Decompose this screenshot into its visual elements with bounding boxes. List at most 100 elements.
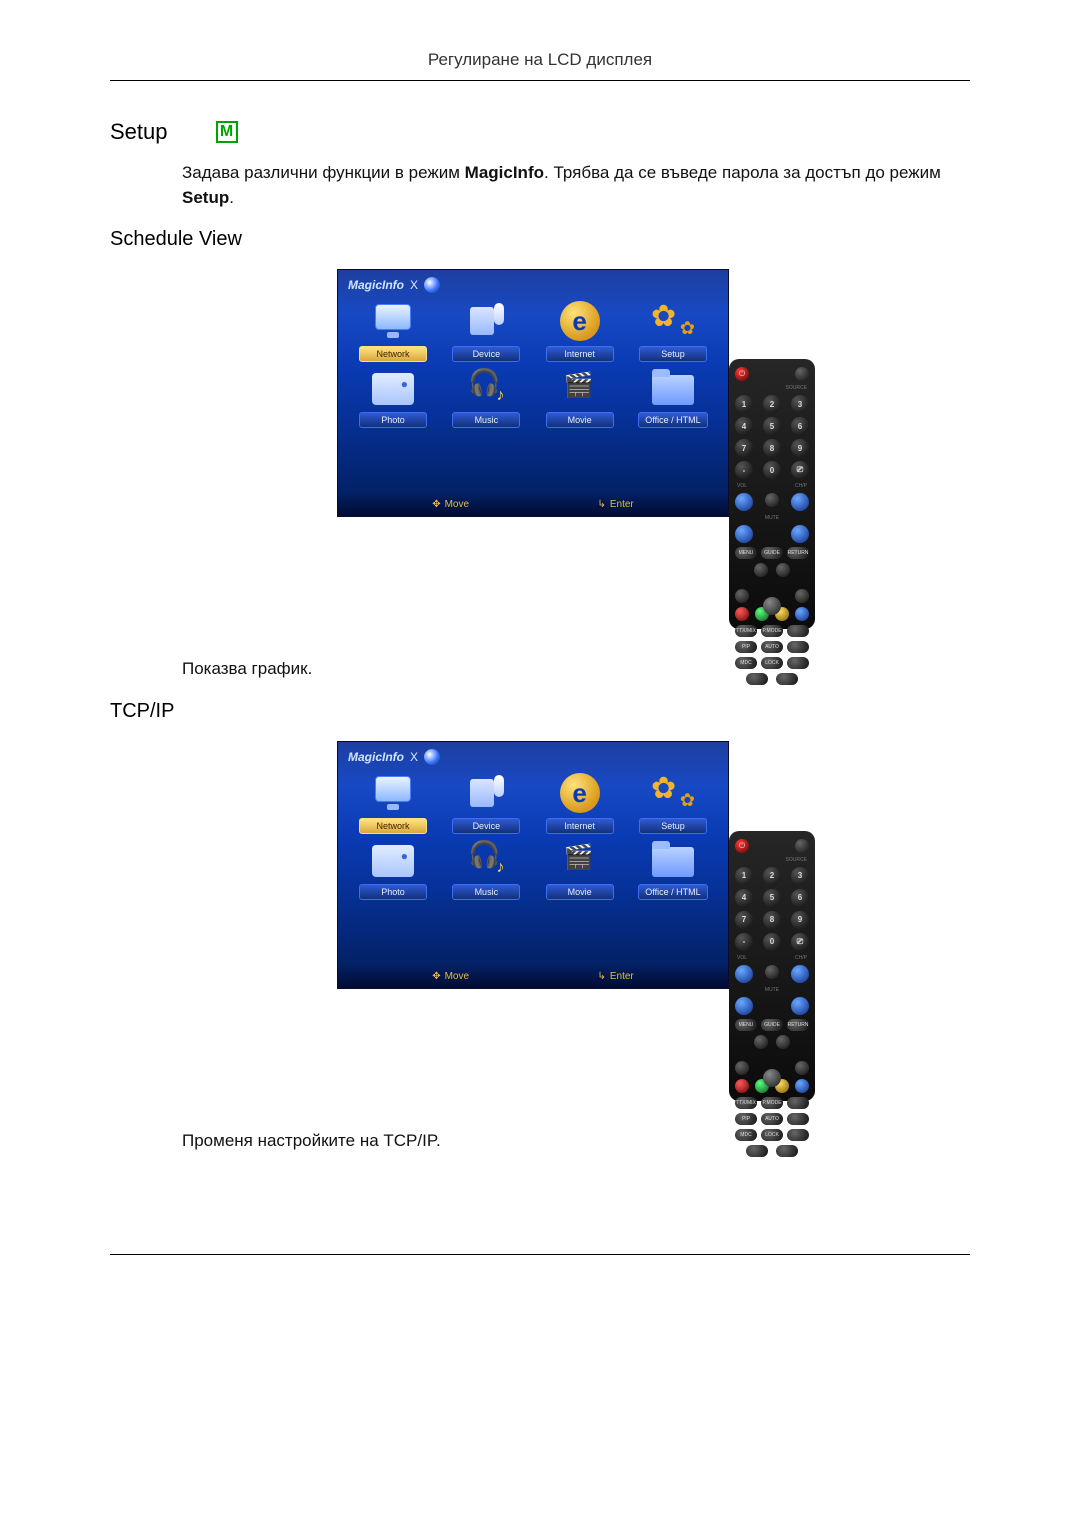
clear-button[interactable]: ⎚ (791, 933, 809, 951)
blue-button[interactable] (795, 607, 809, 621)
left-aux-button[interactable] (735, 589, 749, 603)
tile-device[interactable]: Device (443, 772, 529, 834)
num-3-button[interactable]: 3 (791, 395, 809, 413)
num-2-button[interactable]: 2 (763, 395, 781, 413)
num-6-button[interactable]: 6 (791, 417, 809, 435)
num-5-button[interactable]: 5 (763, 889, 781, 907)
num-7-button[interactable]: 7 (735, 911, 753, 929)
blank-button-1[interactable] (787, 1097, 809, 1109)
return-button[interactable]: RETURN (787, 547, 809, 559)
vol-down-button[interactable] (735, 997, 753, 1015)
lock-button[interactable]: LOCK (761, 1129, 783, 1141)
num-0-button[interactable]: 0 (763, 461, 781, 479)
num-4-button[interactable]: 4 (735, 889, 753, 907)
bottom-button-1[interactable] (746, 673, 768, 685)
num-5-button[interactable]: 5 (763, 417, 781, 435)
red-button[interactable] (735, 607, 749, 621)
bottom-button-1[interactable] (746, 1145, 768, 1157)
vol-up-button[interactable] (735, 493, 753, 511)
dash-button[interactable]: - (735, 933, 753, 951)
exit-button[interactable] (776, 1035, 790, 1049)
red-button[interactable] (735, 1079, 749, 1093)
info-button[interactable] (754, 1035, 768, 1049)
tile-movie[interactable]: Movie (537, 366, 623, 428)
power-button[interactable]: ⏻ (735, 839, 749, 853)
menu-button[interactable]: MENU (735, 1019, 757, 1031)
num-3-button[interactable]: 3 (791, 867, 809, 885)
lock-button[interactable]: LOCK (761, 657, 783, 669)
numpad-row-2: 4 5 6 (735, 417, 809, 435)
blank-button-2[interactable] (787, 641, 809, 653)
ch-up-button[interactable] (791, 965, 809, 983)
ch-up-button[interactable] (791, 493, 809, 511)
num-1-button[interactable]: 1 (735, 867, 753, 885)
music-icon (462, 838, 510, 880)
ch-down-button[interactable] (791, 525, 809, 543)
blue-button[interactable] (795, 1079, 809, 1093)
ttx-button[interactable]: TTX/MIX (735, 625, 757, 637)
right-aux-button[interactable] (795, 589, 809, 603)
num-9-button[interactable]: 9 (791, 911, 809, 929)
blank-button-1[interactable] (787, 625, 809, 637)
mdc-button[interactable]: MDC (735, 1129, 757, 1141)
magicinfo-footer: Move Enter (338, 493, 728, 516)
tile-device[interactable]: Device (443, 300, 529, 362)
bottom-button-2[interactable] (776, 1145, 798, 1157)
left-aux-button[interactable] (735, 1061, 749, 1075)
num-8-button[interactable]: 8 (763, 911, 781, 929)
mdc-button[interactable]: MDC (735, 657, 757, 669)
tile-music[interactable]: Music (443, 366, 529, 428)
blank-button-3[interactable] (787, 657, 809, 669)
pmode-button[interactable]: P.MODE (761, 625, 783, 637)
tile-music[interactable]: Music (443, 838, 529, 900)
pmode-button[interactable]: P.MODE (761, 1097, 783, 1109)
tile-photo[interactable]: Photo (350, 366, 436, 428)
num-9-button[interactable]: 9 (791, 439, 809, 457)
vol-down-button[interactable] (735, 525, 753, 543)
auto-button[interactable]: AUTO (761, 1113, 783, 1125)
ttx-button[interactable]: TTX/MIX (735, 1097, 757, 1109)
tcpip-caption: Променя настройките на TCP/IP. (182, 1129, 970, 1154)
blank-button-2[interactable] (787, 1113, 809, 1125)
vol-up-button[interactable] (735, 965, 753, 983)
tile-office-html[interactable]: Office / HTML (630, 838, 716, 900)
tile-setup[interactable]: Setup (630, 300, 716, 362)
info-button[interactable] (754, 563, 768, 577)
tile-internet[interactable]: Internet (537, 300, 623, 362)
figure-tcpip: MagicInfo X Network Device (182, 741, 970, 1101)
bottom-button-2[interactable] (776, 673, 798, 685)
ch-down-button[interactable] (791, 997, 809, 1015)
num-6-button[interactable]: 6 (791, 889, 809, 907)
tile-movie[interactable]: Movie (537, 838, 623, 900)
num-0-button[interactable]: 0 (763, 933, 781, 951)
dash-button[interactable]: - (735, 461, 753, 479)
num-2-button[interactable]: 2 (763, 867, 781, 885)
exit-button[interactable] (776, 563, 790, 577)
return-button[interactable]: RETURN (787, 1019, 809, 1031)
source-button[interactable] (795, 367, 809, 381)
mute-button[interactable] (765, 493, 779, 507)
clear-button[interactable]: ⎚ (791, 461, 809, 479)
tile-photo[interactable]: Photo (350, 838, 436, 900)
num-8-button[interactable]: 8 (763, 439, 781, 457)
pip-button[interactable]: PIP (735, 1113, 757, 1125)
num-4-button[interactable]: 4 (735, 417, 753, 435)
mute-button[interactable] (765, 965, 779, 979)
guide-button[interactable]: GUIDE (761, 1019, 783, 1031)
num-1-button[interactable]: 1 (735, 395, 753, 413)
menu-button[interactable]: MENU (735, 547, 757, 559)
tile-internet[interactable]: Internet (537, 772, 623, 834)
tile-setup[interactable]: Setup (630, 772, 716, 834)
func-row-1: TTX/MIX P.MODE (735, 625, 809, 637)
source-button[interactable] (795, 839, 809, 853)
num-7-button[interactable]: 7 (735, 439, 753, 457)
tile-network[interactable]: Network (350, 772, 436, 834)
tile-network[interactable]: Network (350, 300, 436, 362)
guide-button[interactable]: GUIDE (761, 547, 783, 559)
auto-button[interactable]: AUTO (761, 641, 783, 653)
right-aux-button[interactable] (795, 1061, 809, 1075)
tile-office-html[interactable]: Office / HTML (630, 366, 716, 428)
pip-button[interactable]: PIP (735, 641, 757, 653)
power-button[interactable]: ⏻ (735, 367, 749, 381)
blank-button-3[interactable] (787, 1129, 809, 1141)
